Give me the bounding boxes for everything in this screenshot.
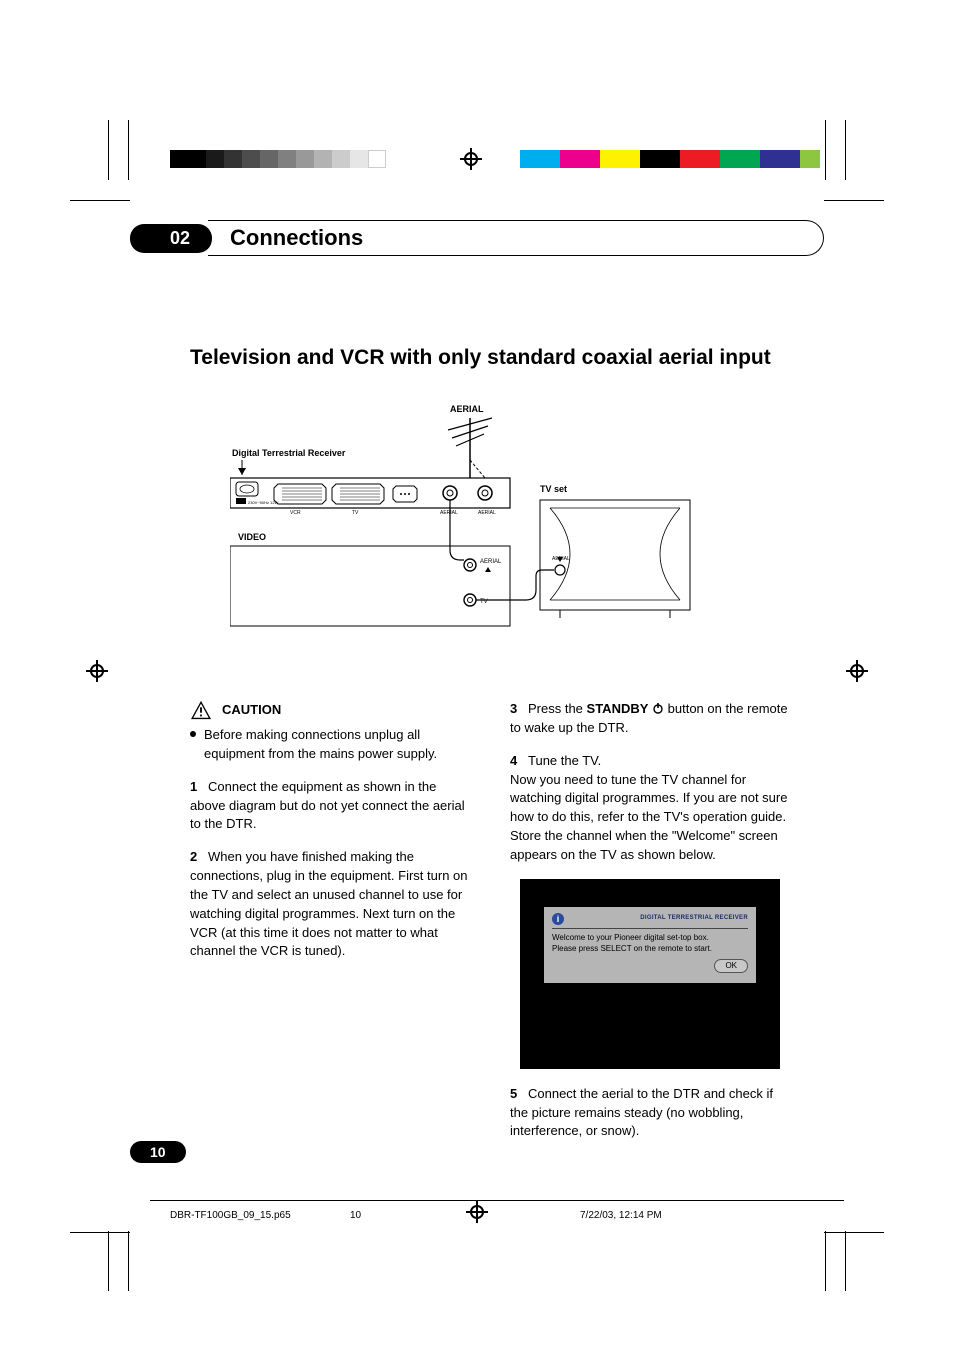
info-icon: i bbox=[552, 913, 564, 925]
svg-text:AERIAL: AERIAL bbox=[478, 510, 496, 516]
step-3: 3Press the STANDBY button on the remote … bbox=[510, 700, 790, 738]
svg-text:230V~50Hz 12W: 230V~50Hz 12W bbox=[248, 500, 279, 505]
crop-mark bbox=[845, 120, 846, 180]
footer-page: 10 bbox=[350, 1210, 361, 1221]
registration-mark-icon bbox=[466, 1201, 488, 1223]
section-title: Television and VCR with only standard co… bbox=[190, 346, 824, 370]
step-number: 2 bbox=[190, 848, 208, 867]
grayscale-swatches bbox=[170, 150, 386, 168]
welcome-screenshot: i DIGITAL TERRESTRIAL RECEIVER Welcome t… bbox=[520, 879, 780, 1069]
step-5: 5Connect the aerial to the DTR and check… bbox=[510, 1085, 790, 1142]
crop-mark bbox=[824, 1232, 884, 1233]
registration-mark-icon bbox=[460, 148, 482, 170]
step-4-head: Tune the TV. bbox=[528, 753, 601, 768]
welcome-ok-button: OK bbox=[714, 959, 748, 973]
step-text: Connect the equipment as shown in the ab… bbox=[190, 779, 465, 832]
step-text: When you have finished making the connec… bbox=[190, 849, 468, 958]
registration-mark-icon bbox=[846, 660, 868, 682]
crop-mark bbox=[128, 120, 129, 180]
chapter-header: 02 Connections bbox=[130, 220, 824, 256]
crop-mark bbox=[128, 1231, 129, 1291]
svg-text:VCR: VCR bbox=[290, 510, 301, 516]
step-number: 3 bbox=[510, 700, 528, 719]
step-4: 4Tune the TV. Now you need to tune the T… bbox=[510, 752, 790, 865]
left-column: CAUTION Before making connections unplug… bbox=[190, 700, 470, 1155]
welcome-dialog: i DIGITAL TERRESTRIAL RECEIVER Welcome t… bbox=[544, 907, 756, 983]
step-2: 2When you have finished making the conne… bbox=[190, 848, 470, 961]
footer-datetime: 7/22/03, 12:14 PM bbox=[580, 1210, 662, 1221]
crop-mark bbox=[70, 1232, 130, 1233]
caution-triangle-icon bbox=[190, 700, 212, 720]
step-3-pre: Press the bbox=[528, 701, 587, 716]
chapter-number-badge: 02 bbox=[130, 224, 212, 253]
caution-heading: CAUTION bbox=[190, 700, 470, 720]
caution-text: Before making connections unplug all equ… bbox=[204, 726, 470, 764]
page-number-badge: 10 bbox=[130, 1141, 186, 1163]
welcome-line1: Welcome to your Pioneer digital set-top … bbox=[552, 932, 748, 944]
crop-mark bbox=[108, 1231, 109, 1291]
step-number: 4 bbox=[510, 752, 528, 771]
step-number: 5 bbox=[510, 1085, 528, 1104]
svg-text:TV: TV bbox=[352, 510, 359, 516]
page-content: 02 Connections Television and VCR with o… bbox=[130, 220, 824, 1155]
welcome-line2: Please press SELECT on the remote to sta… bbox=[552, 943, 748, 955]
svg-text:VIDEO: VIDEO bbox=[238, 532, 266, 542]
right-column: 3Press the STANDBY button on the remote … bbox=[510, 700, 790, 1155]
svg-text:AERIAL: AERIAL bbox=[440, 510, 458, 516]
svg-text:AERIAL: AERIAL bbox=[480, 559, 502, 565]
svg-text:Digital Terrestrial Receiver: Digital Terrestrial Receiver bbox=[232, 448, 346, 458]
crop-mark bbox=[825, 1231, 826, 1291]
crop-mark bbox=[108, 120, 109, 180]
bullet-icon bbox=[190, 731, 196, 737]
color-swatches bbox=[520, 150, 820, 168]
crop-mark bbox=[845, 1231, 846, 1291]
step-number: 1 bbox=[190, 778, 208, 797]
svg-text:TV set: TV set bbox=[540, 484, 567, 494]
standby-icon bbox=[652, 702, 664, 714]
chapter-title: Connections bbox=[208, 220, 824, 256]
connection-diagram: AERIAL Digital Terrestrial Receiver 230V… bbox=[230, 400, 750, 660]
caution-bullet: Before making connections unplug all equ… bbox=[190, 726, 470, 764]
registration-mark-icon bbox=[86, 660, 108, 682]
crop-mark bbox=[824, 200, 884, 201]
step-1: 1Connect the equipment as shown in the a… bbox=[190, 778, 470, 835]
crop-mark bbox=[825, 120, 826, 180]
registration-row-top bbox=[0, 150, 954, 174]
step-5-text: Connect the aerial to the DTR and check … bbox=[510, 1086, 773, 1139]
step-3-bold: STANDBY bbox=[587, 701, 649, 716]
welcome-header: DIGITAL TERRESTRIAL RECEIVER bbox=[570, 914, 748, 923]
footer-filename: DBR-TF100GB_09_15.p65 bbox=[170, 1210, 291, 1221]
footer-rule bbox=[150, 1200, 844, 1201]
caution-label: CAUTION bbox=[222, 701, 281, 720]
step-4-body: Now you need to tune the TV channel for … bbox=[510, 772, 787, 862]
diagram-label-aerial: AERIAL bbox=[450, 404, 484, 414]
crop-mark bbox=[70, 200, 130, 201]
